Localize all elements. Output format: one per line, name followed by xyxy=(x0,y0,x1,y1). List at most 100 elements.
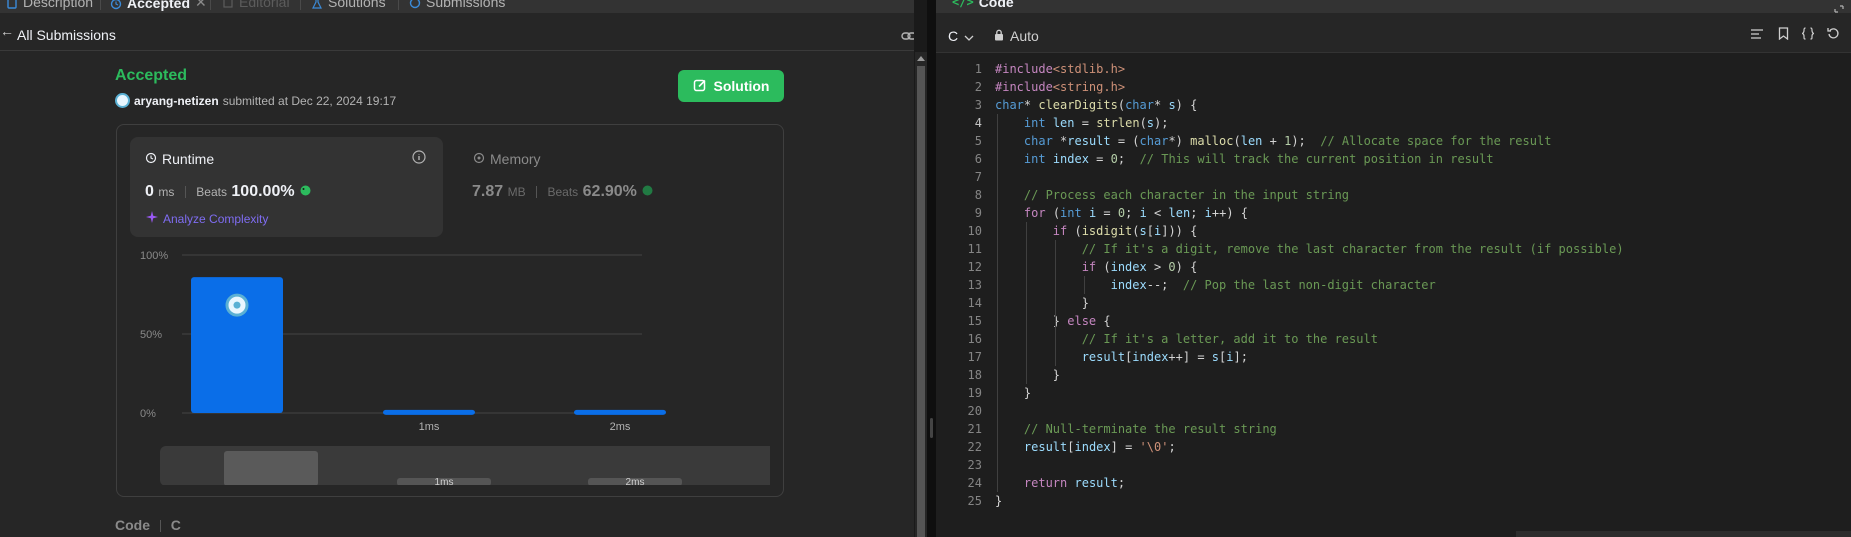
runtime-distribution-chart[interactable]: 100% 50% 0% 1ms 2ms 1ms 2ms xyxy=(130,245,770,485)
code-line[interactable]: 16 // If it's a letter, add it to the re… xyxy=(936,330,1851,348)
scroll-up-arrow-icon[interactable] xyxy=(917,56,925,61)
line-number: 6 xyxy=(974,152,982,166)
mode-select[interactable]: Auto xyxy=(994,28,1039,44)
tab-submissions[interactable]: Submissions xyxy=(409,0,505,10)
clock-icon xyxy=(145,151,157,167)
code-text: // Null-terminate the result string xyxy=(1023,422,1277,436)
bookmark-icon[interactable] xyxy=(1778,27,1789,45)
resize-grip[interactable] xyxy=(930,418,933,438)
code-line[interactable]: 21 // Null-terminate the result string xyxy=(936,420,1851,438)
code-tab[interactable]: </> Code xyxy=(952,0,1014,10)
code-text: } xyxy=(995,494,1003,508)
code-line[interactable]: 17 result[index++] = s[i]; xyxy=(936,348,1851,366)
avatar[interactable] xyxy=(115,93,130,108)
beaker-icon xyxy=(641,183,654,200)
indent-guide xyxy=(1084,276,1085,294)
code-text: } xyxy=(995,386,1032,400)
code-line[interactable]: 2 #include<string.h> xyxy=(936,78,1851,96)
y-tick-label: 50% xyxy=(140,329,162,341)
format-icon[interactable] xyxy=(1750,27,1764,45)
author-username[interactable]: aryang-netizen xyxy=(134,94,219,108)
tab-solutions[interactable]: Solutions xyxy=(311,0,386,10)
code-line[interactable]: 11 // If it's a digit, remove the last c… xyxy=(936,240,1851,258)
code-text: for (int i = 0; i < len; i++) { xyxy=(1023,206,1248,220)
chart-bar[interactable] xyxy=(383,409,475,415)
line-number: 15 xyxy=(967,314,982,328)
line-number: 4 xyxy=(974,116,982,130)
x-tick-label: 2ms xyxy=(610,421,631,433)
code-panel-header: </> Code xyxy=(936,0,1851,13)
code-text: int index = 0; // This will track the cu… xyxy=(1023,152,1494,166)
link-icon[interactable] xyxy=(901,29,914,47)
close-tab-icon[interactable]: ✕ xyxy=(195,0,207,11)
code-text: char *result = (char*) malloc(len + 1); … xyxy=(1023,134,1552,148)
code-line[interactable]: 23 xyxy=(936,456,1851,474)
code-line[interactable]: 22 result[index] = '\0'; xyxy=(936,438,1851,456)
memory-unit: MB xyxy=(507,185,526,199)
left-tab-bar: Description Accepted ✕ Editorial Solutio… xyxy=(0,0,914,13)
code-text: int len = strlen(s); xyxy=(1023,116,1169,130)
braces-icon[interactable] xyxy=(1801,27,1815,45)
left-scrollbar[interactable] xyxy=(915,52,927,537)
info-icon[interactable] xyxy=(412,150,426,169)
memory-icon xyxy=(473,151,485,167)
all-submissions-link[interactable]: All Submissions xyxy=(17,27,116,43)
code-line[interactable]: 20 xyxy=(936,402,1851,420)
scrollbar-thumb[interactable] xyxy=(917,66,925,537)
code-editor[interactable]: 1 #include<stdlib.h> 2 #include<string.h> 3 c… xyxy=(936,60,1851,530)
code-line[interactable]: 14 } xyxy=(936,294,1851,312)
line-number: 25 xyxy=(967,494,982,508)
runtime-beats-label: Beats xyxy=(196,185,227,199)
code-line[interactable]: 25} xyxy=(936,492,1851,510)
code-line[interactable]: 4 int len = strlen(s); xyxy=(936,114,1851,132)
code-text: char* clearDigits(char* s) { xyxy=(995,98,1198,112)
code-text: #include<string.h> xyxy=(995,80,1126,94)
code-line[interactable]: 18 } xyxy=(936,366,1851,384)
reset-icon[interactable] xyxy=(1827,27,1840,45)
line-number: 18 xyxy=(967,368,982,382)
runtime-beats-value: 100.00% xyxy=(231,183,295,200)
minimap-label: 1ms xyxy=(435,477,454,485)
divider xyxy=(184,185,186,198)
solution-button[interactable]: Solution xyxy=(678,70,784,102)
runtime-stats: 0 ms Beats 100.00% xyxy=(145,183,312,201)
submission-author-line: aryang-netizen submitted at Dec 22, 2024… xyxy=(115,93,396,108)
line-number: 10 xyxy=(967,224,982,238)
code-line[interactable]: 9 for (int i = 0; i < len; i++) { xyxy=(936,204,1851,222)
tab-divider xyxy=(210,0,211,10)
code-line[interactable]: 12 if (index > 0) { xyxy=(936,258,1851,276)
code-line[interactable]: 3 char* clearDigits(char* s) { xyxy=(936,96,1851,114)
tab-editorial[interactable]: Editorial xyxy=(222,0,290,10)
code-line[interactable]: 10 if (isdigit(s[i])) { xyxy=(936,222,1851,240)
code-line[interactable]: 15 } else { xyxy=(936,312,1851,330)
back-arrow-icon[interactable]: ← xyxy=(0,23,14,39)
submission-subbar: ← All Submissions xyxy=(0,13,914,51)
code-line[interactable]: 13 index--; // Pop the last non-digit ch… xyxy=(936,276,1851,294)
y-tick-label: 0% xyxy=(140,408,156,420)
code-line[interactable]: 1 #include<stdlib.h> xyxy=(936,60,1851,78)
code-line[interactable]: 7 xyxy=(936,168,1851,186)
book-icon xyxy=(222,0,234,8)
line-number: 2 xyxy=(974,80,982,94)
tab-description[interactable]: Description xyxy=(6,0,93,10)
code-line[interactable]: 5 char *result = (char*) malloc(len + 1)… xyxy=(936,132,1851,150)
chart-bar[interactable] xyxy=(574,409,666,415)
code-line[interactable]: 6 int index = 0; // This will track the … xyxy=(936,150,1851,168)
language-select[interactable]: C xyxy=(948,28,974,44)
code-line[interactable]: 24 return result; xyxy=(936,474,1851,492)
code-text: #include<stdlib.h> xyxy=(995,62,1126,76)
analyze-complexity-link[interactable]: Analyze Complexity xyxy=(146,211,268,226)
line-number: 17 xyxy=(967,350,982,364)
memory-title[interactable]: Memory xyxy=(473,151,541,167)
pane-resize-handle[interactable] xyxy=(927,0,936,537)
code-text: // Process each character in the input s… xyxy=(1023,188,1350,202)
line-number: 9 xyxy=(974,206,982,220)
code-line[interactable]: 8 // Process each character in the input… xyxy=(936,186,1851,204)
code-line[interactable]: 19 } xyxy=(936,384,1851,402)
clock-icon xyxy=(409,0,421,9)
tab-accepted[interactable]: Accepted ✕ xyxy=(110,0,207,11)
runtime-title: Runtime xyxy=(145,151,214,167)
memory-beats-value: 62.90% xyxy=(582,183,637,200)
code-section-heading: Code C xyxy=(115,517,181,533)
indent-guide xyxy=(1026,222,1027,384)
